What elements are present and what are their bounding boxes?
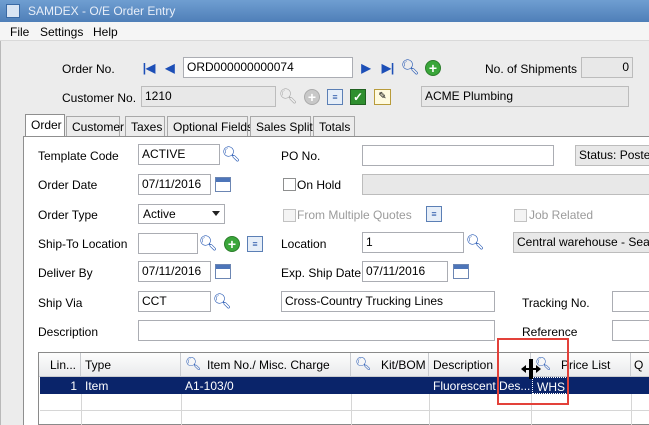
add-icon[interactable]: + — [425, 60, 441, 76]
add-icon[interactable]: + — [224, 236, 240, 252]
customer-name-field: ACME Plumbing — [421, 86, 629, 107]
reference-label: Reference — [522, 325, 578, 339]
job-related-label: Job Related — [529, 208, 594, 222]
ship-to-input[interactable] — [138, 233, 198, 254]
shipments-value: 0 — [581, 57, 633, 78]
order-no-label: Order No. — [62, 62, 115, 76]
ship-via-input[interactable]: CCT — [138, 291, 211, 312]
tab-optional-fields[interactable]: Optional Fields — [167, 116, 253, 136]
cell-line[interactable]: 1 — [39, 377, 81, 394]
from-quotes-label: From Multiple Quotes — [297, 208, 412, 222]
deliver-by-input[interactable]: 07/11/2016 — [138, 261, 211, 282]
search-icon[interactable]: 🔍︎ — [355, 356, 372, 372]
menu-file[interactable]: File — [10, 25, 29, 39]
column-header-line[interactable]: Lin... — [39, 353, 81, 377]
window-title: SAMDEX - O/E Order Entry — [28, 4, 176, 18]
exp-ship-date-input[interactable]: 07/11/2016 — [362, 261, 448, 282]
location-description-field: Central warehouse - Seattle — [513, 232, 649, 253]
tab-totals[interactable]: Totals — [313, 116, 355, 136]
details-icon[interactable]: ≡ — [327, 89, 343, 105]
search-icon[interactable]: 🔍︎ — [221, 145, 240, 163]
cell-item-no[interactable]: A1-103/0 — [181, 377, 351, 394]
column-header-type[interactable]: Type — [81, 353, 181, 377]
search-icon: 🔍︎ — [278, 87, 298, 105]
customer-no-input: 1210 — [141, 86, 276, 107]
order-type-label: Order Type — [38, 208, 98, 222]
title-bar: SAMDEX - O/E Order Entry — [0, 0, 649, 22]
column-header-kit-bom-label: Kit/BOM — [381, 358, 426, 372]
status-field: Status: Posted — [575, 145, 649, 166]
exp-ship-date-label: Exp. Ship Date — [281, 266, 362, 280]
order-no-input[interactable]: ORD000000000074 — [183, 57, 353, 78]
order-date-input[interactable]: 07/11/2016 — [138, 174, 211, 195]
customer-no-label: Customer No. — [62, 91, 137, 105]
tab-sales-split[interactable]: Sales Split — [250, 116, 313, 136]
first-record-icon[interactable]: |◀ — [141, 60, 157, 76]
ship-to-label: Ship-To Location — [38, 237, 128, 251]
shipments-label: No. of Shipments — [485, 62, 578, 76]
column-header-item-no[interactable]: 🔍︎ Item No./ Misc. Charge — [181, 353, 351, 377]
search-icon[interactable]: 🔍︎ — [465, 233, 484, 251]
on-hold-checkbox[interactable] — [283, 178, 296, 191]
search-icon[interactable]: 🔍︎ — [198, 234, 217, 252]
location-label: Location — [281, 237, 327, 251]
tab-taxes[interactable]: Taxes — [125, 116, 165, 136]
description-input[interactable] — [138, 320, 495, 341]
check-credit-icon[interactable]: ✓ — [350, 89, 366, 105]
menu-help[interactable]: Help — [93, 25, 118, 39]
order-date-label: Order Date — [38, 178, 98, 192]
previous-record-icon[interactable]: ◀ — [164, 60, 176, 76]
add-icon: + — [304, 89, 320, 105]
app-icon — [6, 4, 20, 18]
search-icon[interactable]: 🔍︎ — [212, 292, 231, 310]
next-record-icon[interactable]: ▶ — [360, 60, 372, 76]
cell-type[interactable]: Item — [81, 377, 181, 394]
tracking-no-input[interactable] — [612, 291, 649, 312]
on-hold-label: On Hold — [297, 178, 342, 192]
last-record-icon[interactable]: ▶| — [380, 60, 396, 76]
template-code-label: Template Code — [38, 149, 119, 163]
menu-bar: File Settings Help — [0, 22, 649, 41]
cell-kit-bom[interactable] — [351, 377, 429, 394]
ship-via-description-field[interactable]: Cross-Country Trucking Lines — [281, 291, 495, 312]
details-icon[interactable]: ≡ — [426, 206, 442, 222]
chevron-down-icon — [212, 211, 220, 216]
ship-via-label: Ship Via — [38, 296, 83, 310]
search-icon[interactable]: 🔍︎ — [185, 356, 202, 372]
grid-row-divider — [40, 410, 649, 411]
order-type-select[interactable]: Active — [138, 204, 225, 224]
menu-settings[interactable]: Settings — [40, 25, 83, 39]
reference-input[interactable] — [612, 320, 649, 341]
column-header-item-no-label: Item No./ Misc. Charge — [207, 358, 330, 372]
job-related-checkbox — [514, 209, 527, 222]
po-no-label: PO No. — [281, 149, 321, 163]
search-icon[interactable]: 🔍︎ — [400, 58, 419, 76]
po-no-input[interactable] — [362, 145, 554, 166]
calendar-icon[interactable] — [453, 264, 469, 279]
calendar-icon[interactable] — [215, 177, 231, 192]
column-header-kit-bom[interactable]: 🔍︎ Kit/BOM — [351, 353, 429, 377]
notes-icon[interactable]: ✎ — [374, 89, 391, 105]
calendar-icon[interactable] — [215, 264, 231, 279]
description-label: Description — [38, 325, 99, 339]
deliver-by-label: Deliver By — [38, 266, 93, 280]
tracking-no-label: Tracking No. — [522, 296, 590, 310]
on-hold-reason-field — [362, 174, 649, 195]
location-input[interactable]: 1 — [362, 232, 464, 253]
template-code-input[interactable]: ACTIVE — [138, 144, 220, 165]
tab-order[interactable]: Order — [25, 114, 65, 137]
column-header-quantity[interactable]: Q — [631, 353, 649, 377]
tab-customer[interactable]: Customer — [66, 116, 124, 136]
details-icon[interactable]: ≡ — [247, 236, 263, 252]
column-resize-cursor-icon — [521, 359, 541, 379]
from-quotes-checkbox — [283, 209, 296, 222]
